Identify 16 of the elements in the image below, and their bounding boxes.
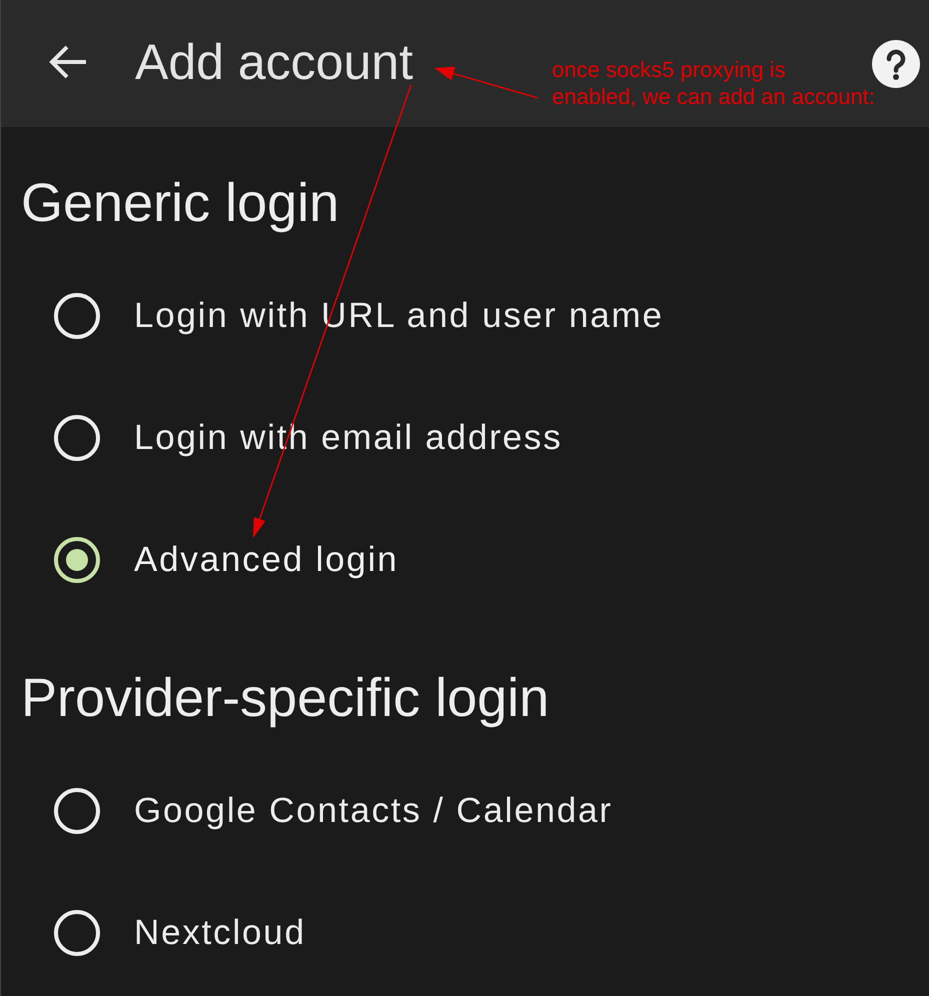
radio-option[interactable]: Google Contacts / Calendar (54, 786, 613, 836)
radio-button[interactable] (54, 537, 100, 583)
help-icon (872, 40, 920, 88)
radio-button[interactable] (54, 293, 100, 339)
radio-option[interactable]: Nextcloud (54, 908, 306, 958)
radio-button[interactable] (54, 910, 100, 956)
radio-button[interactable] (54, 415, 100, 461)
screen-title: Add account (135, 32, 413, 92)
radio-button[interactable] (54, 788, 100, 834)
back-arrow-icon (48, 44, 88, 80)
section-heading: Provider-specific login (21, 667, 550, 730)
radio-option[interactable]: Advanced login (54, 535, 399, 585)
help-button[interactable] (872, 40, 920, 88)
back-button[interactable] (48, 44, 88, 80)
section-heading: Generic login (21, 172, 340, 235)
annotation-text: once socks5 proxying is enabled, we can add an account: (552, 56, 875, 110)
